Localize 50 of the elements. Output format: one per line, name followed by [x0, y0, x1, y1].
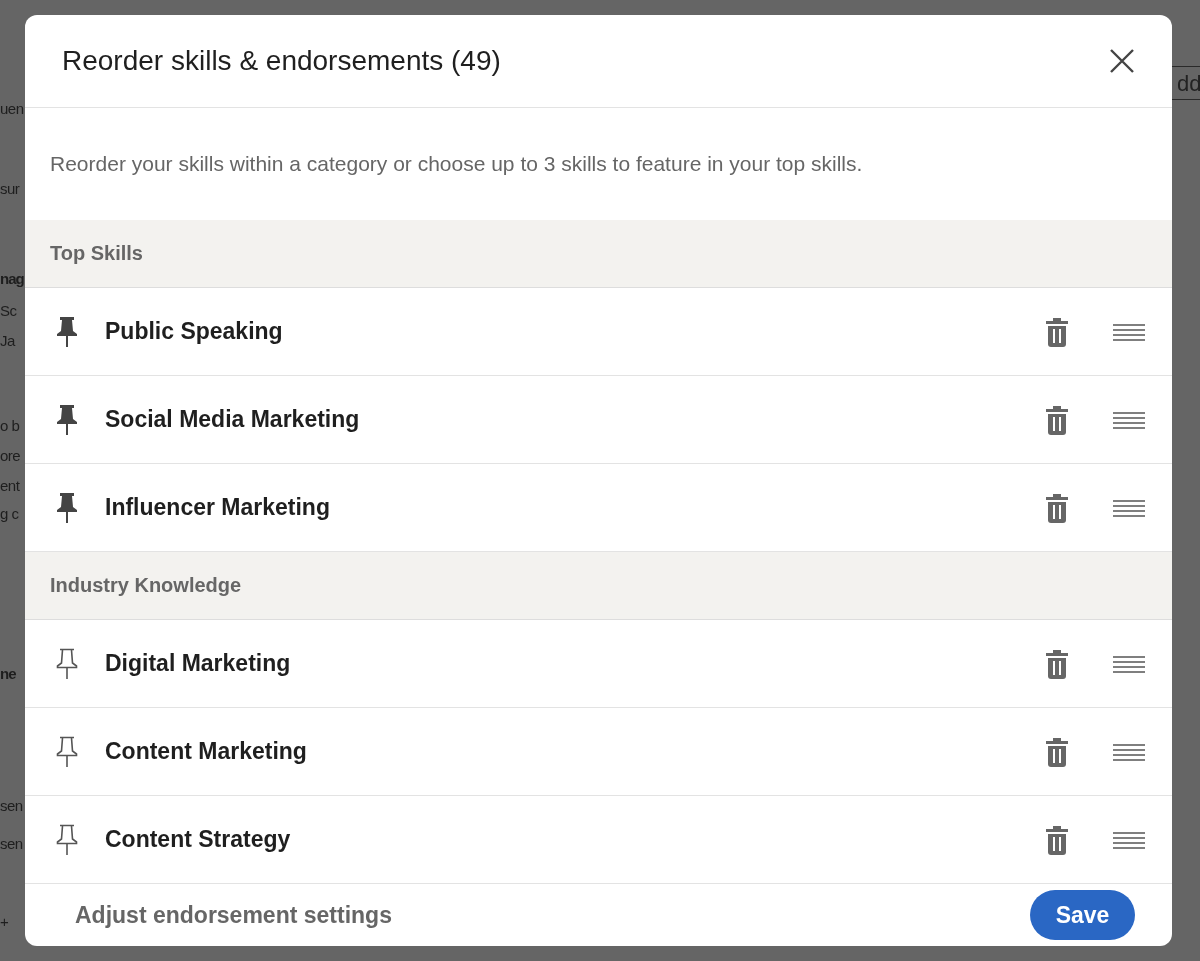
drag-handle-icon[interactable] [1113, 497, 1145, 518]
dialog-title: Reorder skills & endorsements (49) [62, 45, 501, 77]
close-button[interactable] [1108, 47, 1136, 75]
pin-filled-icon[interactable] [55, 314, 79, 349]
trash-icon[interactable] [1045, 315, 1069, 348]
trash-icon[interactable] [1045, 403, 1069, 436]
endorsement-settings-link[interactable]: Adjust endorsement settings [75, 901, 392, 929]
background-text: sen [0, 835, 23, 852]
background-text: nag [0, 270, 24, 287]
skill-name: Public Speaking [105, 318, 284, 345]
trash-icon[interactable] [1045, 823, 1069, 856]
skill-name: Influencer Marketing [105, 494, 331, 521]
pin-outline-icon[interactable] [55, 646, 79, 681]
trash-icon[interactable] [1045, 647, 1069, 680]
trash-icon[interactable] [1045, 491, 1069, 524]
skill-row[interactable]: Content Marketing [25, 708, 1172, 796]
skill-name: Social Media Marketing [105, 406, 361, 433]
pin-filled-icon[interactable] [55, 490, 79, 525]
drag-handle-icon[interactable] [1113, 741, 1145, 762]
skill-row[interactable]: Content Strategy [25, 796, 1172, 884]
pin-filled-icon[interactable] [55, 402, 79, 437]
pin-outline-icon[interactable] [55, 822, 79, 857]
background-text: g c [0, 505, 19, 522]
background-text: ne [0, 665, 16, 682]
save-button[interactable]: Save [1030, 890, 1135, 940]
skill-name: Content Marketing [105, 738, 308, 765]
background-text: Ja [0, 332, 15, 349]
background-text: ore [0, 447, 21, 464]
section-heading: Top Skills [50, 242, 143, 265]
drag-handle-icon[interactable] [1113, 409, 1145, 430]
background-text: sur [0, 180, 20, 197]
background-text: uen [0, 100, 24, 117]
pin-outline-icon[interactable] [55, 734, 79, 769]
background-text: ent [0, 477, 20, 494]
close-icon [1108, 47, 1136, 75]
section-heading: Industry Knowledge [50, 574, 242, 597]
skill-name: Content Strategy [105, 826, 292, 853]
background-text: o b [0, 417, 20, 434]
background-text: Sc [0, 302, 17, 319]
drag-handle-icon[interactable] [1113, 653, 1145, 674]
skill-name: Digital Marketing [105, 650, 292, 677]
drag-handle-icon[interactable] [1113, 829, 1145, 850]
background-text: + [0, 913, 9, 930]
skill-row[interactable]: Social Media Marketing [25, 376, 1172, 464]
description: Reorder your skills within a category or choose up to 3 skills to feature in your top skills. [49, 151, 864, 177]
trash-icon[interactable] [1045, 735, 1069, 768]
background-text: sen [0, 797, 23, 814]
skill-row[interactable]: Digital Marketing [25, 620, 1172, 708]
skill-row[interactable]: Public Speaking [25, 288, 1172, 376]
drag-handle-icon[interactable] [1113, 321, 1145, 342]
